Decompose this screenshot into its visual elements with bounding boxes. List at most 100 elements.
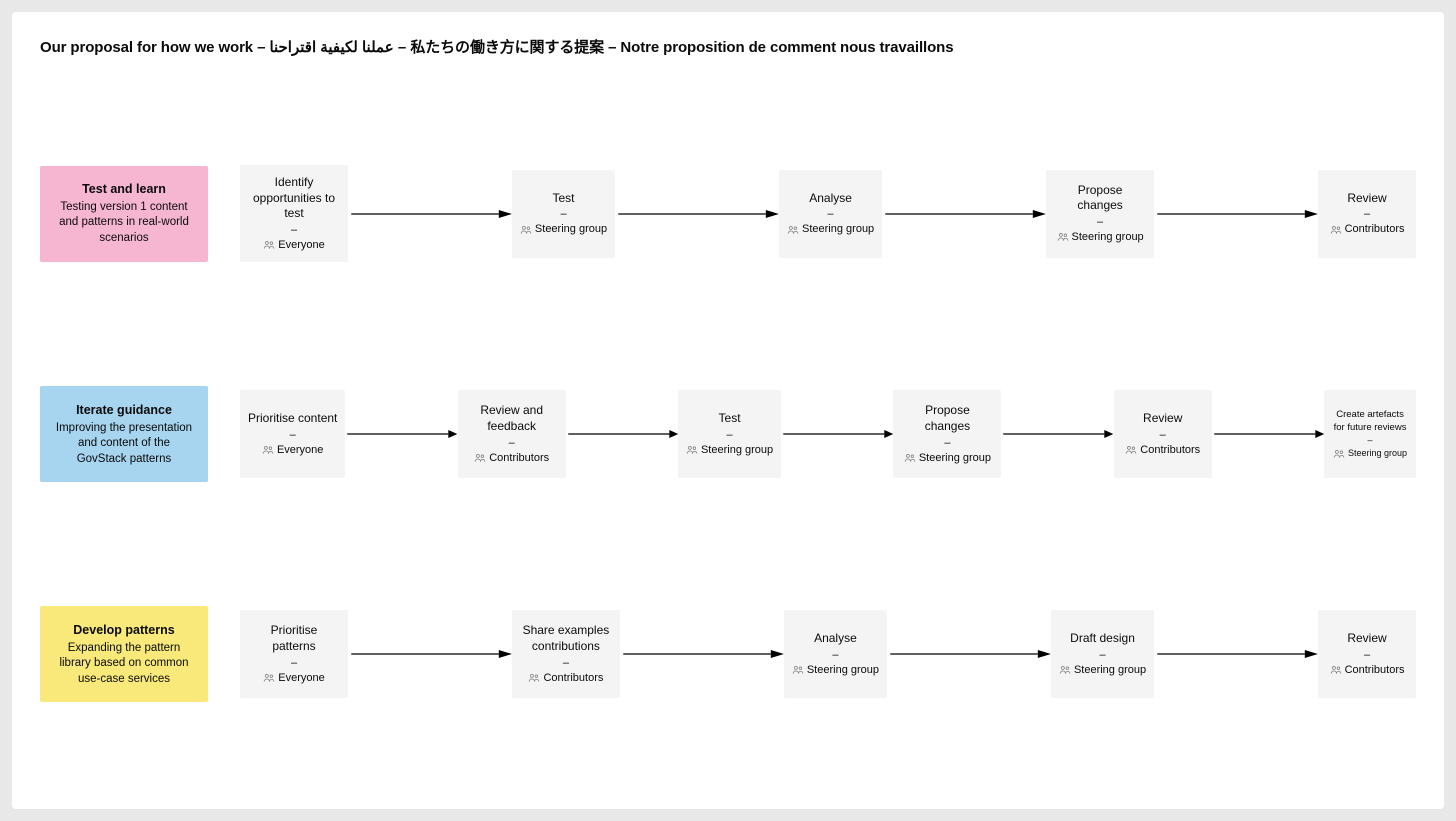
- separator: –: [1097, 215, 1103, 229]
- process-step: Propose changes–Steering group: [893, 390, 1001, 478]
- separator: –: [290, 428, 296, 442]
- process-row: Iterate guidance Improving the presentati…: [40, 386, 1416, 482]
- step-who-label: Everyone: [277, 443, 323, 457]
- process-step: Analyse–Steering group: [784, 610, 887, 698]
- step-title: Prioritise patterns: [248, 623, 340, 654]
- people-icon: [787, 225, 799, 235]
- process-step: Review and feedback–Contributors: [458, 390, 566, 478]
- people-icon: [528, 673, 540, 683]
- step-who-label: Contributors: [543, 671, 603, 685]
- process-step: Test–Steering group: [512, 170, 615, 258]
- step-who: Steering group: [1057, 230, 1144, 244]
- step-who-label: Steering group: [1072, 230, 1144, 244]
- process-step: Review–Contributors: [1318, 610, 1416, 698]
- separator: –: [1160, 428, 1166, 442]
- step-who-label: Contributors: [489, 451, 549, 465]
- step-title: Propose changes: [1054, 183, 1146, 214]
- step-title: Analyse: [814, 631, 857, 647]
- step-title: Draft design: [1070, 631, 1135, 647]
- swimlane-title: Test and learn: [82, 181, 166, 198]
- arrow: [1001, 428, 1113, 440]
- arrow: [1212, 428, 1324, 440]
- step-who: Steering group: [792, 663, 879, 677]
- separator: –: [828, 207, 834, 221]
- arrow: [566, 428, 678, 440]
- step-who: Contributors: [1125, 443, 1200, 457]
- arrow: [615, 208, 779, 220]
- separator: –: [832, 648, 838, 662]
- people-icon: [474, 453, 486, 463]
- process-step: Review–Contributors: [1318, 170, 1416, 258]
- arrow: [781, 428, 893, 440]
- swimlane-desc: Expanding the pattern library based on c…: [52, 641, 196, 688]
- step-who-label: Steering group: [1074, 663, 1146, 677]
- step-title: Identify opportunities to test: [248, 175, 340, 222]
- separator: –: [944, 436, 950, 450]
- step-who-label: Steering group: [701, 443, 773, 457]
- swimlane-header: Test and learn Testing version 1 content …: [40, 166, 208, 262]
- swimlane-title: Iterate guidance: [76, 402, 172, 419]
- step-title: Test: [553, 191, 575, 207]
- step-who-label: Steering group: [535, 222, 607, 236]
- separator: –: [1364, 207, 1370, 221]
- step-who: Contributors: [1330, 222, 1405, 236]
- step-who: Steering group: [1333, 448, 1407, 460]
- separator: –: [563, 656, 569, 670]
- step-who: Everyone: [263, 671, 324, 685]
- step-who-label: Contributors: [1140, 443, 1200, 457]
- people-icon: [520, 225, 532, 235]
- people-icon: [1333, 449, 1345, 459]
- process-step: Prioritise patterns –Everyone: [240, 610, 348, 698]
- arrow: [620, 648, 784, 660]
- separator: –: [1099, 648, 1105, 662]
- swimlane-desc: Improving the presentation and content o…: [52, 421, 196, 468]
- step-title: Test: [719, 411, 741, 427]
- arrow: [887, 648, 1051, 660]
- people-icon: [1125, 445, 1137, 455]
- step-who-label: Contributors: [1345, 222, 1405, 236]
- people-icon: [792, 665, 804, 675]
- process-step: Draft design–Steering group: [1051, 610, 1154, 698]
- process-step: Analyse–Steering group: [779, 170, 882, 258]
- separator: –: [726, 428, 732, 442]
- step-who-label: Contributors: [1345, 663, 1405, 677]
- step-who-label: Steering group: [1348, 448, 1407, 460]
- step-who: Steering group: [1059, 663, 1146, 677]
- people-icon: [904, 453, 916, 463]
- diagram-canvas: Our proposal for how we work – عملنا لكي…: [12, 12, 1444, 809]
- people-icon: [686, 445, 698, 455]
- people-icon: [263, 673, 275, 683]
- step-who-label: Steering group: [802, 222, 874, 236]
- step-title: Prioritise content: [248, 411, 337, 427]
- people-icon: [263, 240, 275, 250]
- people-icon: [1330, 225, 1342, 235]
- step-who: Steering group: [787, 222, 874, 236]
- step-who: Contributors: [1330, 663, 1405, 677]
- step-who-label: Everyone: [278, 671, 324, 685]
- process-step: Prioritise content–Everyone: [240, 390, 345, 478]
- swimlane-title: Develop patterns: [73, 622, 174, 639]
- arrow: [882, 208, 1046, 220]
- separator: –: [509, 436, 515, 450]
- process-row: Develop patterns Expanding the pattern li…: [40, 606, 1416, 702]
- step-who: Everyone: [262, 443, 323, 457]
- page-title: Our proposal for how we work – عملنا لكي…: [40, 36, 1416, 57]
- step-who-label: Steering group: [807, 663, 879, 677]
- step-title: Analyse: [809, 191, 852, 207]
- step-title: Create artefacts for future reviews: [1332, 409, 1408, 434]
- process-row: Test and learn Testing version 1 content …: [40, 165, 1416, 262]
- step-who: Steering group: [904, 451, 991, 465]
- swimlane-header: Iterate guidance Improving the presentati…: [40, 386, 208, 482]
- people-icon: [262, 445, 274, 455]
- people-icon: [1330, 665, 1342, 675]
- swimlane-desc: Testing version 1 content and patterns i…: [52, 200, 196, 247]
- step-who-label: Steering group: [919, 451, 991, 465]
- arrow: [345, 428, 457, 440]
- step-who: Contributors: [474, 451, 549, 465]
- separator: –: [1364, 648, 1370, 662]
- separator: –: [291, 656, 297, 670]
- step-title: Review: [1143, 411, 1182, 427]
- process-step: Review–Contributors: [1114, 390, 1212, 478]
- people-icon: [1059, 665, 1071, 675]
- process-step: Create artefacts for future reviews–Stee…: [1324, 390, 1416, 478]
